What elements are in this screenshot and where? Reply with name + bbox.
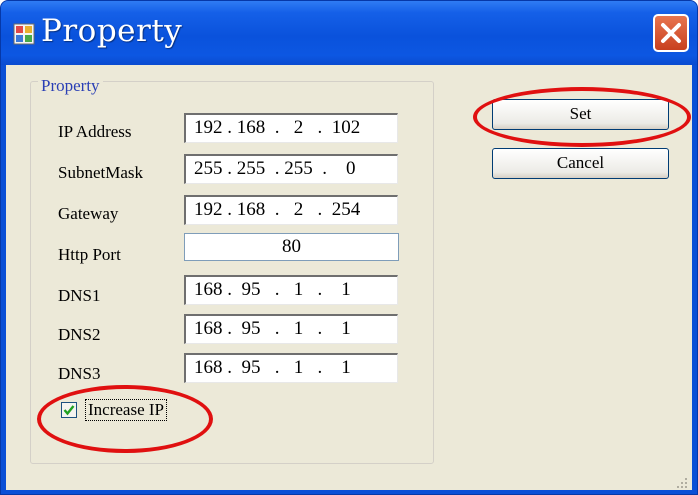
ip-address-field[interactable]: 192 . 168 . 2 . 102 [184, 113, 398, 143]
http-port-input[interactable]: 80 [184, 233, 399, 261]
dns1-field[interactable]: 168 . 95 . 1 . 1 [184, 275, 398, 305]
window-title: Property [41, 13, 183, 49]
resize-grip-icon[interactable] [676, 477, 688, 489]
property-dialog: Property Property IP Address 192 . 168 .… [0, 0, 698, 495]
dns3-field[interactable]: 168 . 95 . 1 . 1 [184, 353, 398, 383]
cancel-button[interactable]: Cancel [492, 148, 669, 179]
gateway-label: Gateway [58, 204, 119, 223]
title-bar[interactable]: Property [1, 1, 697, 65]
dns3-label: DNS3 [58, 364, 101, 383]
dns2-field[interactable]: 168 . 95 . 1 . 1 [184, 314, 398, 344]
close-button[interactable] [653, 14, 689, 52]
ip-address-label: IP Address [58, 122, 132, 141]
close-icon [661, 23, 681, 43]
gateway-field[interactable]: 192 . 168 . 2 . 254 [184, 195, 398, 225]
set-button-highlight-ring [473, 87, 691, 147]
increase-ip-highlight-ring [37, 385, 213, 453]
subnet-mask-label: SubnetMask [58, 163, 143, 182]
groupbox-title: Property [38, 76, 103, 96]
app-icon [13, 23, 35, 45]
dns2-label: DNS2 [58, 325, 101, 344]
dns1-label: DNS1 [58, 286, 101, 305]
subnet-mask-field[interactable]: 255 . 255 . 255 . 0 [184, 154, 398, 184]
http-port-label: Http Port [58, 245, 121, 264]
